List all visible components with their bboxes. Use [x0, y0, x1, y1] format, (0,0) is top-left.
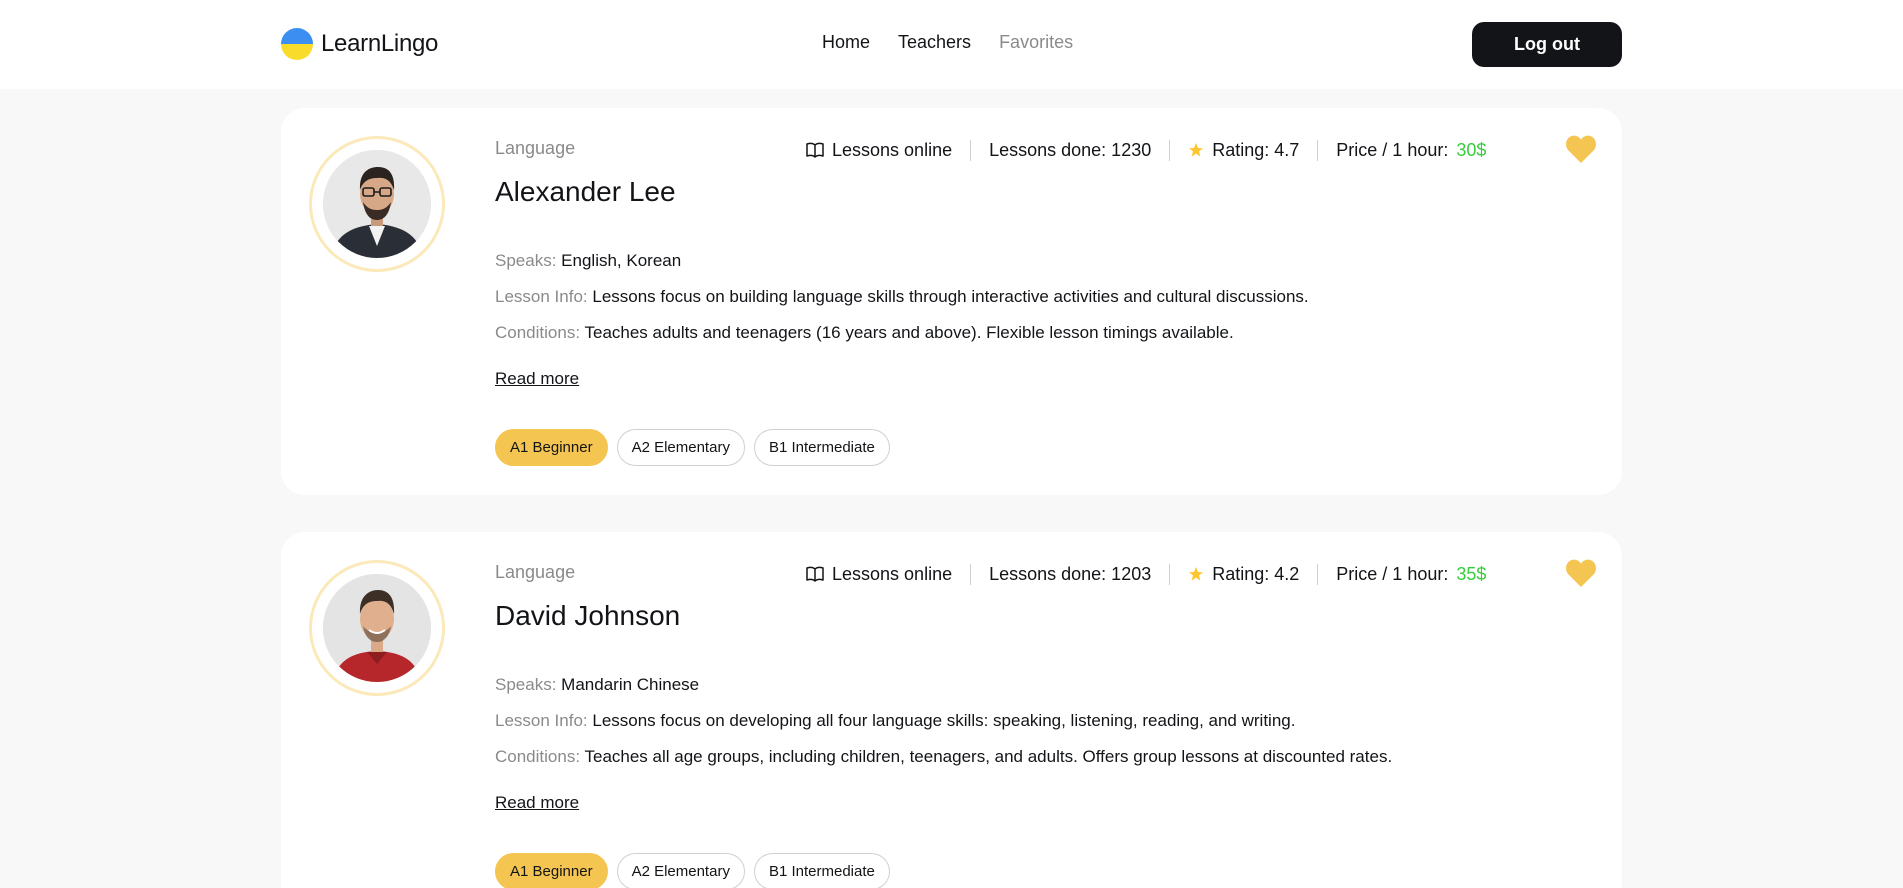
- lessons-done-label: Lessons done: 1230: [989, 139, 1152, 160]
- conditions-value: Teaches adults and teenagers (16 years a…: [584, 323, 1234, 342]
- speaks-line: Speaks: English, Korean: [495, 251, 681, 271]
- speaks-value: Mandarin Chinese: [561, 675, 700, 694]
- price-label: Price / 1 hour:: [1336, 563, 1449, 584]
- speaks-line: Speaks: Mandarin Chinese: [495, 675, 699, 695]
- teacher-name: Alexander Lee: [495, 176, 676, 207]
- book-open-icon: [806, 142, 824, 158]
- lessons-online-label: Lessons online: [832, 563, 953, 584]
- lessons-online-stat: Lessons online: [806, 140, 970, 161]
- teacher-card: Language Alexander Lee Lessons online Le…: [281, 108, 1622, 495]
- teacher-card: Language David Johnson Lessons online Le…: [281, 532, 1622, 888]
- teacher-name: David Johnson: [495, 600, 681, 631]
- conditions-line: Conditions: Teaches adults and teenagers…: [495, 323, 1234, 343]
- rating-stat: Rating: 4.2: [1169, 563, 1317, 585]
- speaks-value: English, Korean: [561, 251, 682, 270]
- avatar: [323, 574, 431, 682]
- lesson-info-key: Lesson Info:: [495, 711, 588, 730]
- rating-label: Rating: 4.2: [1212, 563, 1300, 584]
- speaks-key: Speaks:: [495, 675, 557, 694]
- speaks-key: Speaks:: [495, 251, 557, 270]
- star-icon: [1188, 142, 1204, 158]
- lessons-online-label: Lessons online: [832, 139, 953, 160]
- conditions-line: Conditions: Teaches all age groups, incl…: [495, 747, 1392, 767]
- teacher-stats: Lessons online Lessons done: 1203 Rating…: [806, 562, 1504, 586]
- favorite-heart-icon[interactable]: [1565, 134, 1597, 164]
- conditions-value: Teaches all age groups, including childr…: [584, 747, 1393, 766]
- level-tag-a2[interactable]: A2 Elementary: [616, 853, 745, 888]
- read-more-link[interactable]: Read more: [495, 793, 579, 813]
- lesson-info-key: Lesson Info:: [495, 287, 588, 306]
- ukraine-flag-icon: [281, 28, 313, 60]
- avatar-ring: [309, 560, 445, 696]
- price-value: 30$: [1456, 139, 1487, 160]
- language-label: Language: [495, 138, 576, 158]
- level-tags: A1 Beginner A2 Elementary B1 Intermediat…: [495, 429, 890, 466]
- lesson-info-value: Lessons focus on building language skill…: [592, 287, 1309, 306]
- site-header: LearnLingo Home Teachers Favorites Log o…: [0, 0, 1903, 89]
- level-tag-b1[interactable]: B1 Intermediate: [753, 429, 890, 466]
- star-icon: [1188, 566, 1204, 582]
- language-label: Language: [495, 562, 576, 582]
- rating-stat: Rating: 4.7: [1169, 139, 1317, 161]
- lesson-info-value: Lessons focus on developing all four lan…: [592, 711, 1296, 730]
- price-label: Price / 1 hour:: [1336, 139, 1449, 160]
- nav-home[interactable]: Home: [822, 32, 870, 56]
- price-stat: Price / 1 hour: 30$: [1317, 139, 1504, 161]
- logout-button[interactable]: Log out: [1472, 22, 1622, 67]
- rating-label: Rating: 4.7: [1212, 139, 1300, 160]
- main-nav: Home Teachers Favorites: [822, 32, 1073, 56]
- lessons-done-stat: Lessons done: 1203: [970, 563, 1169, 585]
- level-tag-a1[interactable]: A1 Beginner: [495, 429, 608, 466]
- favorite-heart-icon[interactable]: [1565, 558, 1597, 588]
- level-tag-a1[interactable]: A1 Beginner: [495, 853, 608, 888]
- conditions-key: Conditions:: [495, 747, 581, 766]
- avatar-ring: [309, 136, 445, 272]
- read-more-link[interactable]: Read more: [495, 369, 579, 389]
- level-tag-b1[interactable]: B1 Intermediate: [753, 853, 890, 888]
- lessons-done-label: Lessons done: 1203: [989, 563, 1152, 584]
- lessons-done-stat: Lessons done: 1230: [970, 139, 1169, 161]
- lessons-online-stat: Lessons online: [806, 564, 970, 585]
- conditions-key: Conditions:: [495, 323, 581, 342]
- logo[interactable]: LearnLingo: [281, 28, 438, 60]
- lesson-info-line: Lesson Info: Lessons focus on developing…: [495, 711, 1295, 731]
- nav-teachers[interactable]: Teachers: [898, 32, 971, 56]
- brand-name: LearnLingo: [321, 30, 439, 57]
- nav-favorites[interactable]: Favorites: [999, 32, 1073, 56]
- level-tags: A1 Beginner A2 Elementary B1 Intermediat…: [495, 853, 890, 888]
- lesson-info-line: Lesson Info: Lessons focus on building l…: [495, 287, 1309, 307]
- price-stat: Price / 1 hour: 35$: [1317, 563, 1504, 585]
- teacher-stats: Lessons online Lessons done: 1230 Rating…: [806, 138, 1504, 162]
- book-open-icon: [806, 566, 824, 582]
- level-tag-a2[interactable]: A2 Elementary: [616, 429, 745, 466]
- avatar: [323, 150, 431, 258]
- price-value: 35$: [1456, 563, 1487, 584]
